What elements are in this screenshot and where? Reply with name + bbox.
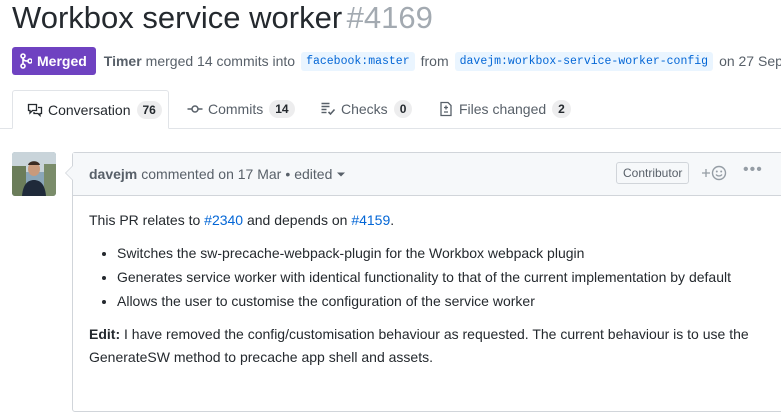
change-list: Switches the sw-precache-webpack-plugin … — [89, 242, 775, 313]
comment-author[interactable]: davejm — [89, 166, 137, 182]
tab-label: Checks — [341, 101, 388, 117]
git-commit-icon — [187, 105, 203, 113]
base-branch-ref[interactable]: facebook:master — [301, 51, 415, 71]
merge-date: on 27 Sep — [719, 53, 781, 69]
from-text: from — [420, 53, 449, 69]
issue-link-2340[interactable]: #2340 — [204, 212, 243, 228]
caret-down-icon — [337, 172, 346, 177]
pr-meta: Merged Timer merged 14 commits into face… — [12, 47, 781, 75]
pr-number: #4169 — [346, 0, 433, 35]
list-item: Generates service worker with identical … — [117, 266, 775, 289]
separator-dot: • — [285, 166, 291, 182]
pr-title-heading: Workbox service worker #4169 — [12, 0, 433, 42]
issue-link-4159[interactable]: #4159 — [351, 212, 390, 228]
edited-dropdown[interactable]: • edited — [285, 166, 346, 182]
state-badge-merged: Merged — [12, 47, 96, 75]
checklist-icon — [321, 102, 336, 116]
file-diff-icon — [440, 101, 452, 117]
pr-title: Workbox service worker — [12, 0, 343, 35]
contributor-badge: Contributor — [616, 162, 690, 184]
add-reaction-button[interactable] — [702, 165, 727, 181]
tab-counter: 76 — [136, 100, 162, 119]
state-label: Merged — [37, 53, 87, 69]
tab-counter: 14 — [269, 100, 295, 118]
more-options-kebab-icon[interactable]: ••• — [743, 161, 763, 179]
pr-tabs: Conversation 76 Commits 14 Checks 0 File… — [0, 90, 781, 129]
user-avatar-image — [12, 152, 56, 196]
list-item: Switches the sw-precache-webpack-plugin … — [117, 242, 775, 265]
edit-text: I have removed the config/customisation … — [89, 326, 749, 365]
comment-discussion-icon — [27, 103, 43, 117]
edited-label: edited — [294, 166, 333, 182]
merged-text: merged 14 commits into — [145, 53, 296, 69]
plus-icon — [702, 169, 710, 177]
comment-timestamp[interactable]: commented on 17 Mar — [141, 166, 281, 182]
tab-label: Files changed — [459, 101, 547, 117]
smiley-icon — [711, 165, 727, 181]
merger-username[interactable]: Timer — [104, 53, 142, 69]
git-merge-icon — [20, 53, 32, 69]
tab-label: Conversation — [48, 101, 131, 118]
avatar[interactable] — [12, 152, 56, 196]
intro-text: and depends on — [243, 212, 352, 228]
comment-header: davejm commented on 17 Mar • edited Cont… — [73, 153, 781, 196]
tab-counter: 2 — [552, 100, 571, 118]
tab-counter: 0 — [393, 100, 413, 118]
edit-label: Edit: — [89, 326, 121, 342]
intro-text: . — [390, 212, 395, 228]
edit-note: Edit: I have removed the config/customis… — [89, 323, 749, 369]
comment-intro: This PR relates to #2340 and depends on … — [89, 209, 775, 232]
tab-commits[interactable]: Commits 14 — [187, 90, 295, 128]
head-branch-ref[interactable]: davejm:workbox-service-worker-config — [454, 51, 714, 71]
tab-label: Commits — [208, 101, 264, 117]
tab-conversation[interactable]: Conversation 76 — [12, 90, 169, 129]
list-item: Allows the user to customise the configu… — [117, 290, 775, 313]
tab-checks[interactable]: Checks 0 — [320, 90, 413, 128]
comment-box: davejm commented on 17 Mar • edited Cont… — [65, 152, 781, 412]
comment-body: This PR relates to #2340 and depends on … — [73, 196, 781, 382]
intro-text: This PR relates to — [89, 212, 205, 228]
tab-files-changed[interactable]: Files changed 2 — [438, 90, 571, 128]
